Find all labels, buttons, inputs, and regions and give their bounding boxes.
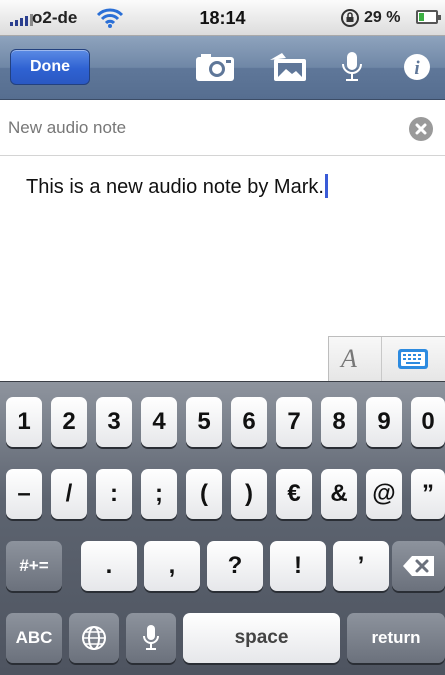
toolbar: Done i xyxy=(0,36,445,100)
key-5[interactable]: 5 xyxy=(186,397,222,447)
backspace-key[interactable] xyxy=(392,541,445,591)
globe-key[interactable] xyxy=(69,613,119,663)
microphone-icon[interactable] xyxy=(340,50,364,84)
space-key[interactable]: space xyxy=(183,613,340,663)
status-bar: o2-de 18:14 29 % xyxy=(0,0,445,36)
keyboard-icon[interactable] xyxy=(397,348,429,370)
key-ampersand[interactable]: & xyxy=(321,469,357,519)
key-6[interactable]: 6 xyxy=(231,397,267,447)
key-euro[interactable]: € xyxy=(276,469,312,519)
carrier-name: o2-de xyxy=(32,8,78,27)
key-abc[interactable]: ABC xyxy=(6,613,62,663)
accessory-divider xyxy=(381,337,382,382)
battery-icon xyxy=(416,10,441,24)
signal-icon xyxy=(10,12,33,26)
camera-icon[interactable] xyxy=(193,50,237,84)
clear-icon[interactable] xyxy=(409,117,433,141)
title-row: New audio note xyxy=(0,100,445,156)
wifi-icon xyxy=(96,8,124,28)
key-comma[interactable]: , xyxy=(144,541,200,591)
key-dash[interactable]: – xyxy=(6,469,42,519)
globe-icon xyxy=(82,626,106,650)
note-body-text: This is a new audio note by Mark. xyxy=(26,176,324,198)
accessory-bar: A xyxy=(328,336,445,382)
photo-library-icon[interactable] xyxy=(266,50,310,84)
microphone-icon xyxy=(143,625,159,650)
svg-text:i: i xyxy=(414,58,420,79)
battery-percentage: 29 % xyxy=(364,9,401,26)
note-body[interactable]: This is a new audio note by Mark. xyxy=(0,156,445,336)
key-colon[interactable]: : xyxy=(96,469,132,519)
key-quote[interactable]: ” xyxy=(411,469,445,519)
key-apostrophe[interactable]: ’ xyxy=(333,541,389,591)
key-slash[interactable]: / xyxy=(51,469,87,519)
key-semicolon[interactable]: ; xyxy=(141,469,177,519)
font-style-icon[interactable]: A xyxy=(341,344,357,374)
backspace-icon xyxy=(402,556,434,576)
rotation-lock-icon xyxy=(341,9,359,27)
key-3[interactable]: 3 xyxy=(96,397,132,447)
title-input[interactable]: New audio note xyxy=(8,118,126,138)
key-1[interactable]: 1 xyxy=(6,397,42,447)
note-text[interactable]: This is a new audio note by Mark. xyxy=(26,174,328,199)
dictation-key[interactable] xyxy=(126,613,176,663)
key-more-symbols[interactable]: #+= xyxy=(6,541,62,591)
key-question[interactable]: ? xyxy=(207,541,263,591)
done-button[interactable]: Done xyxy=(10,49,90,85)
key-at[interactable]: @ xyxy=(366,469,402,519)
info-icon[interactable]: i xyxy=(402,50,432,84)
key-8[interactable]: 8 xyxy=(321,397,357,447)
key-4[interactable]: 4 xyxy=(141,397,177,447)
key-close-paren[interactable]: ) xyxy=(231,469,267,519)
key-0[interactable]: 0 xyxy=(411,397,445,447)
key-period[interactable]: . xyxy=(81,541,137,591)
text-caret xyxy=(324,174,328,198)
key-9[interactable]: 9 xyxy=(366,397,402,447)
key-open-paren[interactable]: ( xyxy=(186,469,222,519)
return-key[interactable]: return xyxy=(347,613,445,663)
keyboard: 1 2 3 4 5 6 7 8 9 0 – / : ; ( ) € & @ ” … xyxy=(0,381,445,675)
key-exclamation[interactable]: ! xyxy=(270,541,326,591)
key-7[interactable]: 7 xyxy=(276,397,312,447)
key-2[interactable]: 2 xyxy=(51,397,87,447)
